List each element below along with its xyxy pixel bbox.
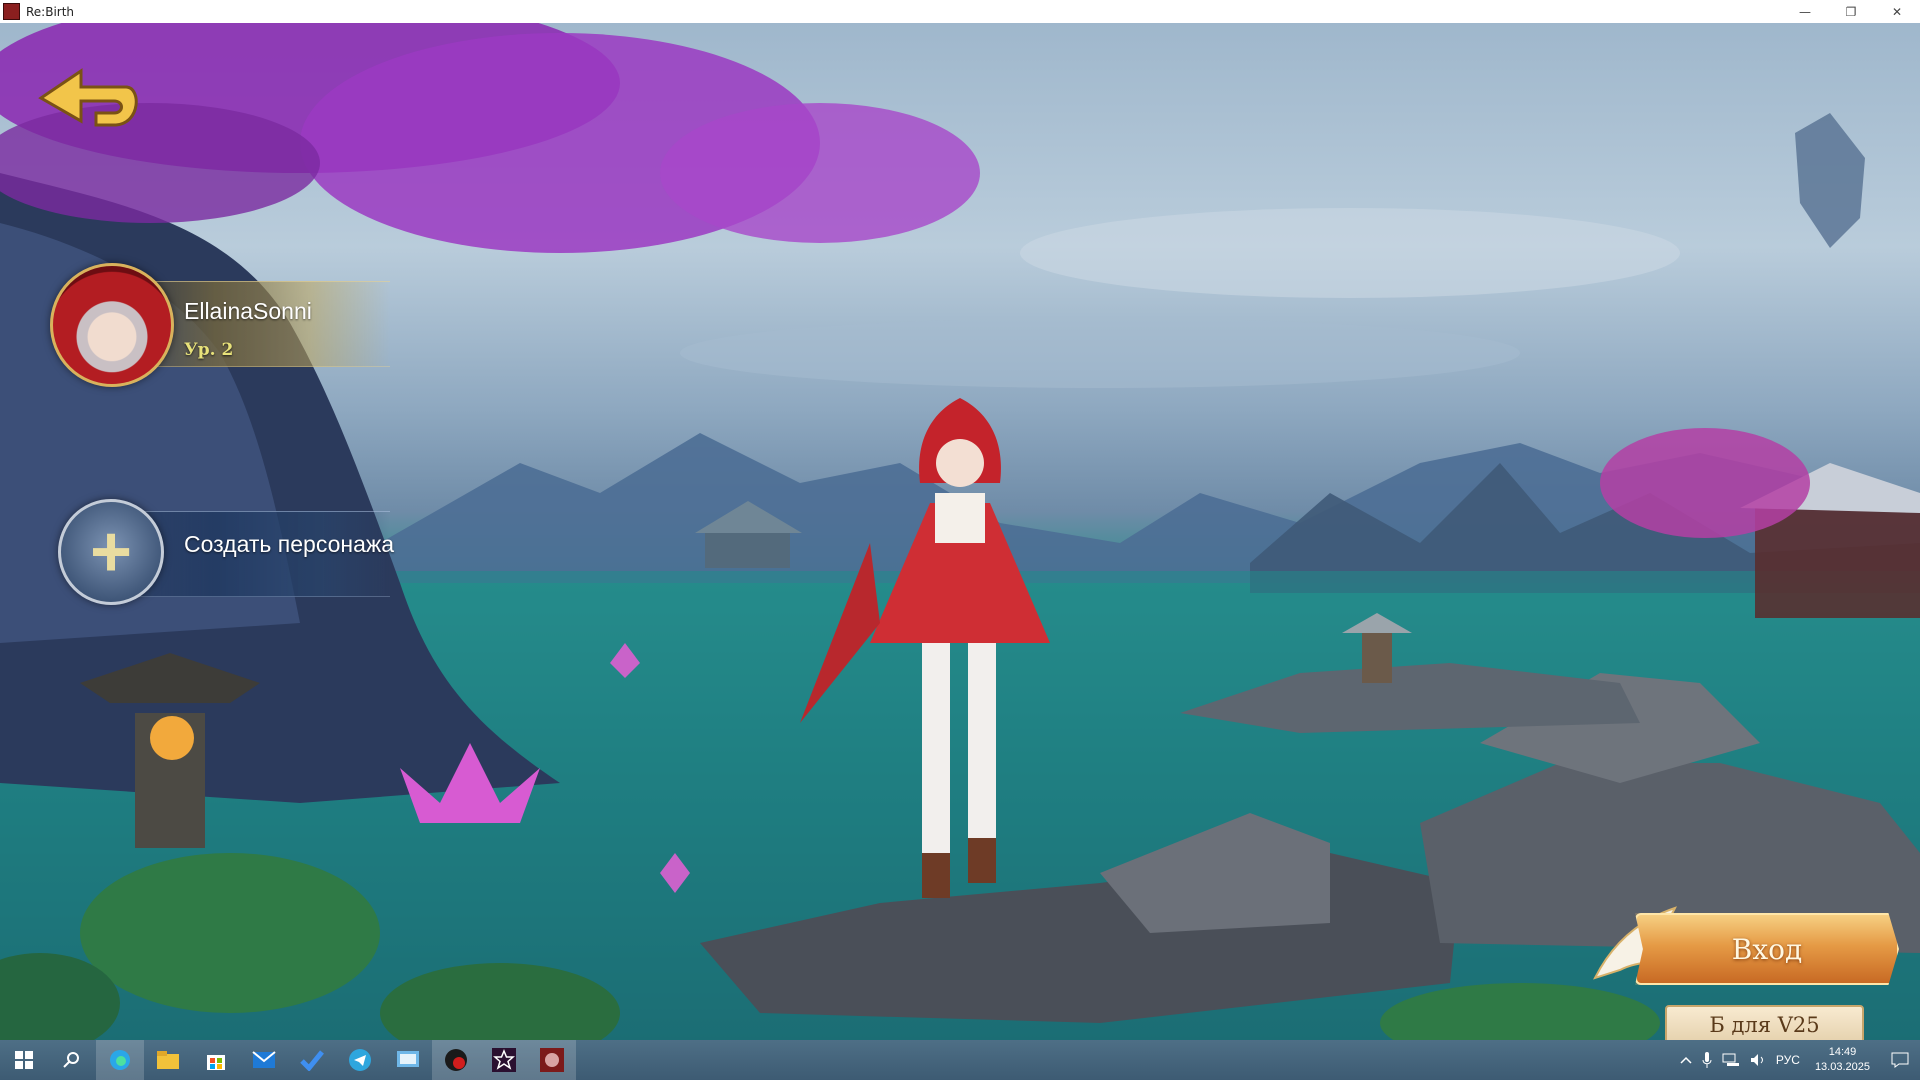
control-panel-icon	[397, 1051, 419, 1067]
language-indicator[interactable]: РУС	[1771, 1053, 1805, 1067]
network-icon[interactable]	[1717, 1053, 1745, 1067]
telegram-icon	[349, 1049, 371, 1071]
system-tray: РУС 14:49 13.03.2025	[1675, 1040, 1920, 1080]
notification-icon[interactable]	[1880, 1052, 1920, 1068]
taskbar-mail[interactable]	[240, 1040, 288, 1080]
character-level: Ур. 2	[184, 340, 234, 360]
taskbar-edge[interactable]	[96, 1040, 144, 1080]
app-red-dot-icon	[445, 1049, 467, 1071]
close-button[interactable]: ✕	[1874, 0, 1920, 23]
taskbar-telegram[interactable]	[336, 1040, 384, 1080]
window-title-bar[interactable]: Re:Birth — ❐ ✕	[0, 0, 1920, 23]
game-viewport[interactable]: EllainaSonni Ур. 2 + Создать персонажа В…	[0, 23, 1920, 1040]
file-explorer-icon	[157, 1051, 179, 1069]
edge-icon	[110, 1050, 130, 1070]
character-slot-ellainasonni[interactable]: EllainaSonni Ур. 2	[50, 263, 390, 387]
create-character-slot[interactable]: + Создать персонажа	[50, 493, 394, 605]
taskbar-todo[interactable]	[288, 1040, 336, 1080]
app-icon	[3, 3, 20, 20]
taskbar: РУС 14:49 13.03.2025	[0, 1040, 1920, 1080]
taskbar-star-app[interactable]	[480, 1040, 528, 1080]
server-label[interactable]: Б для V25	[1665, 1005, 1864, 1040]
plus-icon: +	[58, 499, 164, 605]
character-name: EllainaSonni	[184, 298, 312, 324]
taskbar-control-panel[interactable]	[384, 1040, 432, 1080]
clock-date: 13.03.2025	[1814, 1061, 1870, 1073]
create-character-label: Создать персонажа	[184, 531, 395, 557]
store-icon	[207, 1055, 225, 1070]
start-button[interactable]	[0, 1040, 48, 1080]
window-controls: — ❐ ✕	[1782, 0, 1920, 23]
taskbar-file-explorer[interactable]	[144, 1040, 192, 1080]
rebirth-app-icon	[540, 1048, 564, 1072]
search-icon	[63, 1052, 79, 1068]
star-app-icon	[492, 1048, 516, 1072]
character-avatar	[50, 263, 174, 387]
ms-todo-icon	[300, 1050, 324, 1071]
microphone-icon[interactable]	[1697, 1052, 1717, 1068]
taskbar-rebirth[interactable]	[528, 1040, 576, 1080]
restore-button[interactable]: ❐	[1828, 0, 1874, 23]
start-icon	[15, 1051, 33, 1069]
search-button[interactable]	[48, 1040, 96, 1080]
tray-chevron-up-icon[interactable]	[1675, 1056, 1697, 1064]
mail-icon	[252, 1051, 276, 1068]
volume-icon[interactable]	[1745, 1053, 1771, 1067]
minimize-button[interactable]: —	[1782, 0, 1828, 23]
taskbar-store[interactable]	[192, 1040, 240, 1080]
clock-time: 14:49	[1828, 1046, 1857, 1058]
clock[interactable]: 14:49 13.03.2025	[1805, 1045, 1880, 1075]
back-arrow-icon[interactable]	[36, 63, 146, 133]
window-title: Re:Birth	[26, 4, 75, 19]
taskbar-app-red-dot[interactable]	[432, 1040, 480, 1080]
enter-button[interactable]: Вход	[1635, 913, 1899, 985]
